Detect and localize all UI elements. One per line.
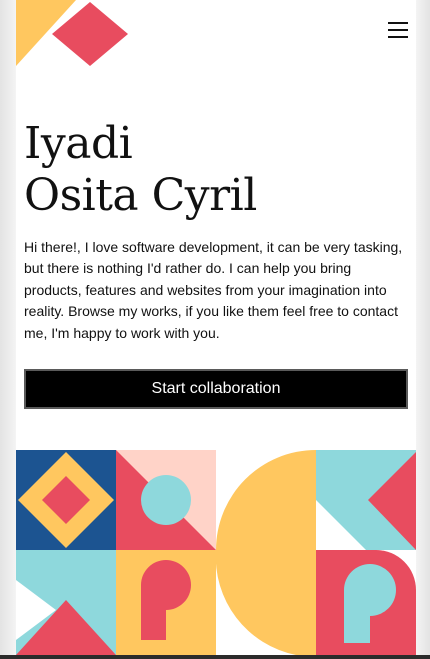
- geometric-art-illustration: [16, 450, 416, 655]
- intro-paragraph: Hi there!, I love software development, …: [24, 239, 403, 341]
- page-title: Iyadi Osita Cyril: [24, 118, 416, 222]
- page: Iyadi Osita Cyril Hi there!, I love soft…: [16, 0, 416, 655]
- name-line-first: Iyadi: [24, 118, 133, 169]
- start-collaboration-button[interactable]: Start collaboration: [24, 369, 408, 409]
- viewport-bottom-edge: [0, 655, 430, 659]
- viewport-right-shadow: [416, 0, 430, 659]
- geometric-logo-icon[interactable]: [16, 0, 128, 70]
- name-line-last: Osita Cyril: [24, 170, 257, 221]
- hamburger-menu-icon[interactable]: [386, 20, 410, 40]
- viewport-left-shadow: [0, 0, 16, 659]
